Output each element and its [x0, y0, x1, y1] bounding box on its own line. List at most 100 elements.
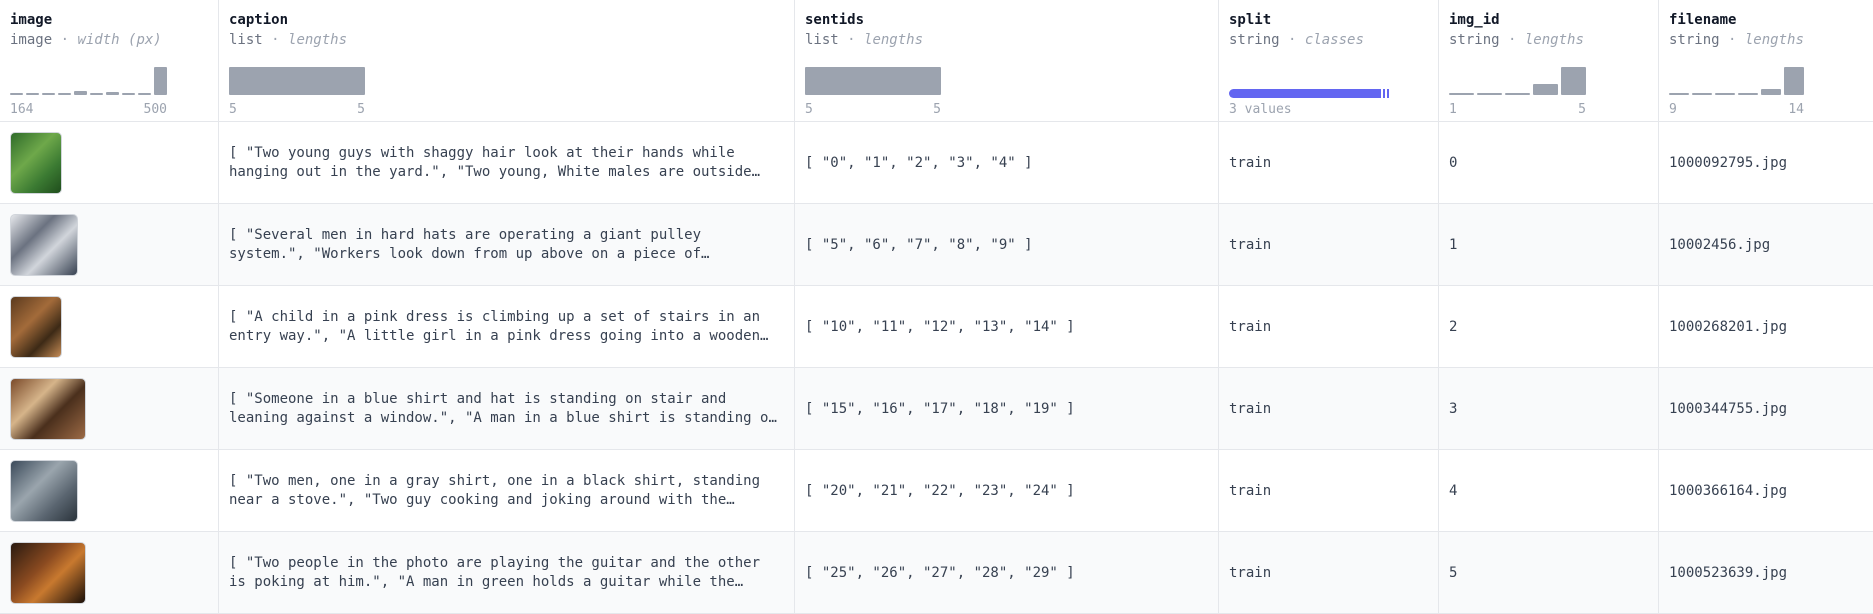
sentids-cell[interactable]: [ "15", "16", "17", "18", "19" ]	[795, 368, 1219, 449]
split-cell[interactable]: train	[1219, 450, 1439, 531]
filename-cell[interactable]: 1000344755.jpg	[1659, 368, 1873, 449]
image-thumbnail[interactable]	[10, 213, 78, 276]
column-header-img-id[interactable]: img_id string · lengths 1 5	[1439, 0, 1659, 121]
histogram-bar[interactable]	[122, 93, 135, 95]
histogram-bar[interactable]	[1692, 93, 1712, 95]
split-cell[interactable]: train	[1219, 368, 1439, 449]
histogram-bar[interactable]	[1533, 84, 1558, 95]
filename-cell[interactable]: 1000366164.jpg	[1659, 450, 1873, 531]
column-name: filename	[1669, 12, 1737, 28]
column-header-filename[interactable]: filename string · lengths 9 14	[1659, 0, 1873, 121]
sentids-cell-value: [ "15", "16", "17", "18", "19" ]	[805, 400, 1075, 417]
filename-cell[interactable]: 1000523639.jpg	[1659, 532, 1873, 613]
img-id-cell[interactable]: 2	[1439, 286, 1659, 367]
histogram-bar[interactable]	[1784, 67, 1804, 95]
column-stat-label: width (px)	[77, 32, 162, 48]
caption-cell[interactable]: [ "Two young guys with shaggy hair look …	[219, 122, 795, 203]
class-bar-segment[interactable]	[1229, 88, 1381, 98]
sentids-cell[interactable]: [ "0", "1", "2", "3", "4" ]	[795, 122, 1219, 203]
split-cell[interactable]: train	[1219, 286, 1439, 367]
histogram-bar[interactable]	[1738, 93, 1758, 95]
image-thumbnail[interactable]	[10, 541, 86, 604]
column-type-label: string	[1229, 32, 1280, 48]
table-row[interactable]: [ "A child in a pink dress is climbing u…	[0, 286, 1873, 368]
column-type-label: list	[229, 32, 263, 48]
caption-cell[interactable]: [ "Several men in hard hats are operatin…	[219, 204, 795, 285]
sentids-cell[interactable]: [ "25", "26", "27", "28", "29" ]	[795, 532, 1219, 613]
sentids-cell[interactable]: [ "20", "21", "22", "23", "24" ]	[795, 450, 1219, 531]
histogram[interactable]	[229, 67, 365, 95]
histogram-bar[interactable]	[58, 93, 71, 95]
image-cell[interactable]	[0, 204, 219, 285]
table-row[interactable]: [ "Several men in hard hats are operatin…	[0, 204, 1873, 286]
filename-cell[interactable]: 1000092795.jpg	[1659, 122, 1873, 203]
filename-cell[interactable]: 1000268201.jpg	[1659, 286, 1873, 367]
column-type-label: image	[10, 32, 53, 48]
column-name: img_id	[1449, 12, 1500, 28]
class-distribution-bar[interactable]	[1229, 88, 1391, 98]
histogram-bar[interactable]	[26, 93, 39, 95]
image-thumbnail[interactable]	[10, 377, 86, 440]
image-cell[interactable]	[0, 122, 219, 203]
histogram-bar[interactable]	[1761, 89, 1781, 95]
class-bar-segment[interactable]	[1383, 88, 1385, 98]
histogram-bar[interactable]	[805, 67, 941, 95]
histogram-bar[interactable]	[90, 93, 103, 95]
histogram-bar[interactable]	[1561, 67, 1586, 95]
caption-cell[interactable]: [ "Two people in the photo are playing t…	[219, 532, 795, 613]
img-id-cell[interactable]: 4	[1439, 450, 1659, 531]
histogram-bar[interactable]	[1669, 93, 1689, 95]
histogram-bar[interactable]	[42, 93, 55, 95]
column-header-image[interactable]: image image · width (px) 164 500	[0, 0, 219, 121]
range-min: 9	[1669, 102, 1677, 117]
image-thumbnail[interactable]	[10, 131, 62, 194]
caption-cell[interactable]: [ "Two men, one in a gray shirt, one in …	[219, 450, 795, 531]
histogram-bar[interactable]	[1477, 93, 1502, 95]
class-summary: 3 values	[1229, 102, 1292, 117]
class-bar-segment[interactable]	[1387, 88, 1389, 98]
split-cell[interactable]: train	[1219, 204, 1439, 285]
column-header-split[interactable]: split string · classes 3 values	[1219, 0, 1439, 121]
image-cell[interactable]	[0, 450, 219, 531]
table-row[interactable]: [ "Two young guys with shaggy hair look …	[0, 122, 1873, 204]
filename-cell[interactable]: 10002456.jpg	[1659, 204, 1873, 285]
img-id-cell[interactable]: 0	[1439, 122, 1659, 203]
table-row[interactable]: [ "Two people in the photo are playing t…	[0, 532, 1873, 614]
column-header-caption[interactable]: caption list · lengths 5 5	[219, 0, 795, 121]
image-cell[interactable]	[0, 532, 219, 613]
image-cell[interactable]	[0, 368, 219, 449]
split-cell[interactable]: train	[1219, 122, 1439, 203]
image-cell[interactable]	[0, 286, 219, 367]
separator: ·	[52, 32, 78, 48]
histogram[interactable]	[805, 67, 941, 95]
image-thumbnail[interactable]	[10, 295, 62, 358]
sentids-cell[interactable]: [ "10", "11", "12", "13", "14" ]	[795, 286, 1219, 367]
table-row[interactable]: [ "Two men, one in a gray shirt, one in …	[0, 450, 1873, 532]
caption-cell[interactable]: [ "Someone in a blue shirt and hat is st…	[219, 368, 795, 449]
caption-cell[interactable]: [ "A child in a pink dress is climbing u…	[219, 286, 795, 367]
range-max: 14	[1788, 102, 1804, 117]
histogram-bar[interactable]	[138, 93, 151, 95]
column-header-sentids[interactable]: sentids list · lengths 5 5	[795, 0, 1219, 121]
histogram-bar[interactable]	[74, 91, 87, 95]
table-header: image image · width (px) 164 500 caption list…	[0, 0, 1873, 122]
histogram-bar[interactable]	[10, 93, 23, 95]
table-row[interactable]: [ "Someone in a blue shirt and hat is st…	[0, 368, 1873, 450]
histogram-bar[interactable]	[1449, 93, 1474, 95]
img-id-cell[interactable]: 5	[1439, 532, 1659, 613]
histogram[interactable]	[10, 67, 167, 95]
histogram-range: 9 14	[1669, 102, 1804, 117]
img-id-cell[interactable]: 1	[1439, 204, 1659, 285]
split-cell[interactable]: train	[1219, 532, 1439, 613]
image-thumbnail[interactable]	[10, 459, 78, 522]
histogram[interactable]	[1669, 67, 1804, 95]
histogram-bar[interactable]	[1505, 93, 1530, 95]
sentids-cell[interactable]: [ "5", "6", "7", "8", "9" ]	[795, 204, 1219, 285]
histogram-bar[interactable]	[1715, 93, 1735, 95]
histogram[interactable]	[1449, 67, 1586, 95]
filename-cell-value: 1000523639.jpg	[1669, 564, 1788, 581]
img-id-cell[interactable]: 3	[1439, 368, 1659, 449]
histogram-bar[interactable]	[229, 67, 365, 95]
histogram-bar[interactable]	[154, 67, 167, 95]
histogram-bar[interactable]	[106, 92, 119, 95]
